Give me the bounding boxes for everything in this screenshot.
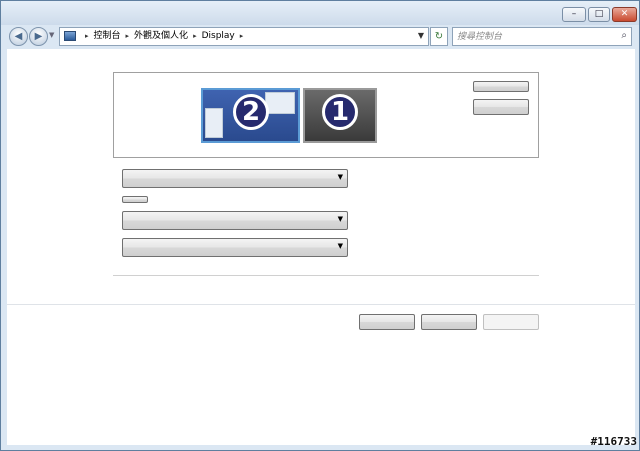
breadcrumb-separator-icon[interactable]: ▸ [240, 32, 244, 40]
forward-button[interactable]: ▶ [29, 27, 48, 46]
close-icon: ✕ [620, 9, 629, 19]
breadcrumb: ▸ 控制台 ▸ 外觀及個人化 ▸ Display ▸ [80, 30, 248, 43]
address-dropdown-icon[interactable]: ▼ [418, 31, 424, 40]
chevron-down-icon: ▼ [337, 215, 343, 223]
address-bar[interactable]: ▸ 控制台 ▸ 外觀及個人化 ▸ Display ▸ ▼ [59, 27, 429, 46]
breadcrumb-appearance[interactable]: 外觀及個人化 [134, 31, 188, 41]
monitor-arrangement-panel: 2 1 [113, 72, 539, 158]
maximize-icon: □ [594, 9, 604, 19]
footer-divider [7, 304, 635, 305]
refresh-icon: ↻ [434, 31, 444, 42]
refresh-button[interactable]: ↻ [430, 27, 448, 46]
breadcrumb-separator-icon[interactable]: ▸ [193, 32, 197, 40]
breadcrumb-separator-icon[interactable]: ▸ [126, 32, 130, 40]
maximize-button[interactable]: □ [588, 7, 610, 22]
display-select[interactable]: ▼ [122, 169, 348, 188]
search-icon[interactable]: ⌕ [621, 30, 627, 41]
breadcrumb-separator-icon[interactable]: ▸ [85, 32, 89, 40]
resolution-select[interactable]: ▼ [122, 211, 348, 230]
search-box[interactable]: ⌕ [452, 27, 632, 46]
chevron-down-icon: ▼ [337, 242, 343, 250]
search-input[interactable] [457, 29, 607, 44]
back-arrow-icon: ◀ [14, 31, 23, 42]
monitor-1-number: 1 [322, 94, 358, 130]
ok-button[interactable] [359, 314, 415, 330]
control-panel-icon [64, 31, 76, 41]
monitor-2-number: 2 [233, 94, 269, 130]
desktop-window-thumbnail [205, 108, 223, 138]
title-bar: – □ ✕ [1, 1, 639, 25]
minimize-button[interactable]: – [562, 7, 586, 22]
breadcrumb-control-panel[interactable]: 控制台 [94, 31, 121, 41]
cancel-button[interactable] [421, 314, 477, 330]
chevron-down-icon: ▼ [337, 173, 343, 181]
display-settings-content: 2 1 ▼ ▼ ▼ [7, 49, 635, 445]
back-button[interactable]: ◀ [9, 27, 28, 46]
apply-button[interactable] [483, 314, 539, 330]
desktop-window-thumbnail [265, 92, 295, 114]
control-panel-window: – □ ✕ ◀ ▶ ▼ ▸ 控制台 ▸ 外觀及個人化 ▸ Display ▸ ▼ ↻ ⌕ 2 [0, 0, 640, 451]
identify-button[interactable] [473, 99, 529, 115]
detect-button[interactable] [473, 81, 529, 92]
watermark-text: #116733 [590, 435, 637, 448]
breadcrumb-display[interactable]: Display [202, 31, 235, 41]
orientation-select[interactable]: ▼ [122, 238, 348, 257]
monitor-1[interactable]: 1 [303, 88, 377, 143]
navigation-bar: ◀ ▶ ▼ ▸ 控制台 ▸ 外觀及個人化 ▸ Display ▸ ▼ ↻ ⌕ [1, 25, 639, 49]
section-divider [113, 275, 539, 276]
small-settings-button[interactable] [122, 196, 148, 203]
forward-arrow-icon: ▶ [34, 31, 43, 42]
minimize-icon: – [571, 9, 577, 19]
recent-pages-dropdown[interactable]: ▼ [49, 31, 54, 39]
close-button[interactable]: ✕ [612, 7, 637, 22]
monitor-2[interactable]: 2 [201, 88, 300, 143]
